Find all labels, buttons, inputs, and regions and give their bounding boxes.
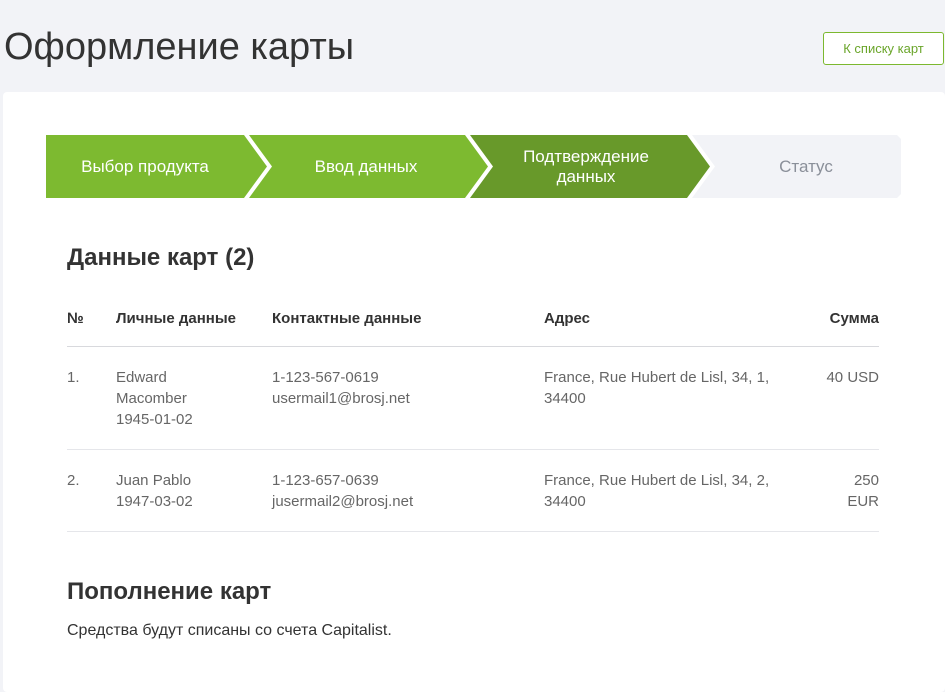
person-birth-date: 1945-01-02	[116, 411, 193, 428]
cards-section-title: Данные карт (2)	[67, 244, 255, 271]
contact-email: jusermail2@brosj.net	[272, 493, 414, 510]
main-card: Выбор продукта Ввод данных Подтверждение…	[3, 92, 945, 692]
column-header-address: Адрес	[544, 297, 794, 347]
row-number: 2.	[67, 449, 116, 532]
contact-phone: 1-123-567-0619	[272, 369, 379, 386]
table-row: 1. Edward Macomber 1945-01-02 1-123-567-…	[67, 346, 879, 450]
person-name: Juan Pablo	[116, 472, 192, 489]
step-product-selection: Выбор продукта	[81, 156, 209, 176]
address-cell: France, Rue Hubert de Lisl, 34, 2, 34400	[544, 449, 794, 532]
sum-cell: 40 USD	[794, 346, 879, 450]
personal-data-cell: Edward Macomber 1945-01-02	[116, 346, 272, 450]
column-header-number: №	[67, 297, 116, 347]
progress-stepper: Выбор продукта Ввод данных Подтверждение…	[46, 135, 901, 198]
contact-email: usermail1@brosj.net	[272, 390, 410, 407]
topup-section-title: Пополнение карт	[67, 578, 272, 605]
sum-value: 250 EUR	[847, 472, 879, 510]
personal-data-cell: Juan Pablo 1947-03-02	[116, 449, 272, 532]
contact-data-cell: 1-123-657-0639 jusermail2@brosj.net	[272, 449, 544, 532]
step-data-entry: Ввод данных	[314, 156, 418, 176]
page-title: Оформление карты	[4, 26, 355, 68]
sum-cell: 250 EUR	[794, 449, 879, 532]
column-header-sum: Сумма	[794, 297, 879, 347]
cards-table: № Личные данные Контактные данные Адрес …	[67, 297, 879, 532]
topup-description: Средства будут списаны со счета Capitali…	[67, 622, 392, 639]
back-to-cards-button[interactable]: К списку карт	[823, 32, 944, 65]
contact-data-cell: 1-123-567-0619 usermail1@brosj.net	[272, 346, 544, 450]
contact-phone: 1-123-657-0639	[272, 472, 379, 489]
step-status: Статус	[779, 156, 833, 176]
address-cell: France, Rue Hubert de Lisl, 34, 1, 34400	[544, 346, 794, 450]
person-last-name: Macomber	[116, 390, 187, 407]
step-data-confirmation: Подтверждение данных	[523, 146, 649, 186]
column-header-contact: Контактные данные	[272, 297, 544, 347]
table-header-row: № Личные данные Контактные данные Адрес …	[67, 297, 879, 347]
column-header-personal: Личные данные	[116, 297, 272, 347]
person-first-name: Edward	[116, 369, 167, 386]
table-row: 2. Juan Pablo 1947-03-02 1-123-657-0639 …	[67, 449, 879, 532]
person-birth-date: 1947-03-02	[116, 493, 193, 510]
sum-value: 40 USD	[826, 369, 879, 386]
row-number: 1.	[67, 346, 116, 450]
